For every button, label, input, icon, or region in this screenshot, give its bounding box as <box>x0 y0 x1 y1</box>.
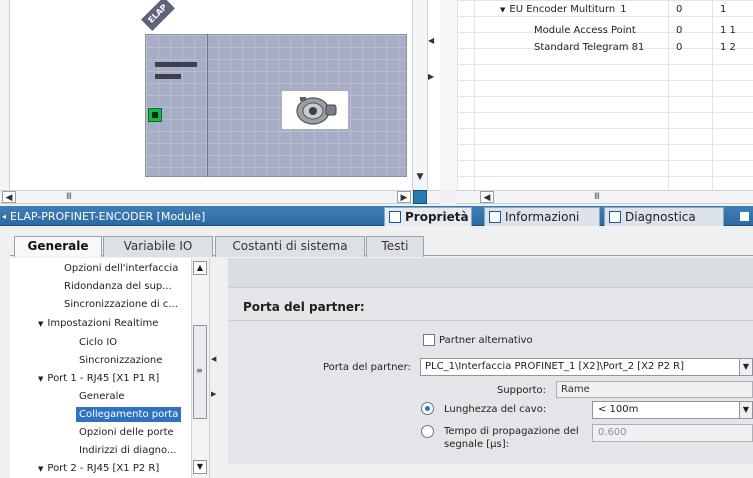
tree-item[interactable]: Sincronizzazione <box>79 355 162 366</box>
table-cell-rack: 0 <box>676 42 683 53</box>
tree-item[interactable]: ▼ Port 2 - RJ45 [X1 P2 R] <box>38 463 159 474</box>
medium-field: Rame <box>556 381 753 398</box>
table-hscrollbar[interactable]: ◀ III <box>456 190 753 204</box>
overview-navigation-icon[interactable] <box>413 190 427 204</box>
tree-item[interactable]: Ciclo IO <box>79 337 117 348</box>
encoder-device-image <box>282 91 348 129</box>
partner-alternative-checkbox[interactable] <box>423 334 435 346</box>
table-cell-slot: 1 1 <box>720 25 736 36</box>
scroll-left-icon[interactable]: ◀ <box>2 191 16 203</box>
collapse-left-icon[interactable]: ◀ <box>211 355 216 363</box>
scroll-down-icon[interactable]: ▼ <box>414 171 426 183</box>
table-cell-name[interactable]: Module Access Point <box>534 25 636 36</box>
port-connector-icon[interactable] <box>148 108 162 122</box>
tree-item-selected[interactable]: Collegamento porta <box>76 407 182 422</box>
scroll-right-icon[interactable]: ▶ <box>397 191 411 203</box>
content-header-strip <box>228 258 753 288</box>
tab-label: Informazioni <box>505 210 580 224</box>
scroll-thumb-grip[interactable]: III <box>66 192 72 202</box>
partner-port-select[interactable]: PLC_1\Interfaccia PROFINET_1 [X2]\Port_2… <box>420 358 753 376</box>
table-cell-rack: 0 <box>676 4 683 12</box>
section-divider <box>228 320 753 321</box>
scroll-down-icon[interactable]: ▼ <box>193 460 207 474</box>
table-cell-slot: 1 <box>720 4 727 12</box>
signal-delay-label: Tempo di propagazione del <box>444 426 579 437</box>
collapse-left-icon[interactable]: ◀ <box>428 36 434 45</box>
table-cell-name: EU Encoder Multiturn_1 <box>509 4 627 12</box>
left-edge-bar <box>0 0 10 192</box>
signal-delay-label-unit: segnale [µs]: <box>444 439 510 450</box>
cable-length-radio[interactable] <box>421 402 434 415</box>
partner-port-label: Porta del partner: <box>323 362 411 373</box>
table-divider <box>668 0 669 190</box>
scroll-up-icon[interactable]: ▲ <box>193 261 207 275</box>
tree-item[interactable]: Sincronizzazione di c... <box>64 299 178 310</box>
scroll-thumb-grip-icon: ≡ <box>196 366 203 375</box>
chevron-down-icon[interactable]: ▼ <box>739 401 753 419</box>
table-divider <box>474 0 475 190</box>
signal-delay-field: 0.600 <box>592 424 753 442</box>
partner-alternative-label: Partner alternativo <box>439 335 533 346</box>
tree-item-label: Port 1 - RJ45 [X1 P1 R] <box>47 373 160 384</box>
module-divider <box>207 34 208 177</box>
maximize-icon[interactable] <box>740 212 749 221</box>
table-row-header <box>440 0 458 190</box>
collapse-triangle-icon[interactable]: ▼ <box>38 375 43 383</box>
table-cell-name[interactable]: Standard Telegram 81 <box>534 42 644 53</box>
table-cell-rack: 0 <box>676 25 683 36</box>
tab-generale[interactable]: Generale <box>14 236 102 257</box>
signal-delay-radio[interactable] <box>421 425 434 438</box>
tree-item[interactable]: ▼ Impostazioni Realtime <box>38 318 158 329</box>
medium-label: Supporto: <box>497 385 547 396</box>
properties-icon <box>389 211 401 223</box>
content-bottom-strip <box>228 464 753 478</box>
table-cell-slot: 1 2 <box>720 42 736 53</box>
collapse-triangle-icon[interactable]: ▼ <box>38 465 43 473</box>
scroll-left-icon[interactable]: ◀ <box>480 191 494 203</box>
slot-bar <box>155 74 181 79</box>
tree-item[interactable]: Generale <box>79 391 125 402</box>
tab-properties[interactable]: Proprietà <box>384 207 472 226</box>
pin-icon[interactable]: ◂ <box>2 212 6 221</box>
tree-item-label: Impostazioni Realtime <box>47 318 159 329</box>
table-row[interactable]: ▼ EU Encoder Multiturn_1 <box>500 4 627 12</box>
tab-diagnostics[interactable]: Diagnostica <box>604 207 724 226</box>
cable-length-label: Lunghezza del cavo: <box>444 404 547 415</box>
chevron-down-icon[interactable]: ▼ <box>739 358 753 376</box>
nav-splitter[interactable] <box>210 258 218 478</box>
collapse-right-icon[interactable]: ▶ <box>211 390 216 398</box>
cable-length-select[interactable]: < 100m <box>592 401 753 419</box>
tree-item[interactable]: Indirizzi di diagno... <box>79 445 176 456</box>
collapse-right-icon[interactable]: ▶ <box>428 72 434 81</box>
collapse-triangle-icon[interactable]: ▼ <box>38 320 43 328</box>
tree-item-label: Port 2 - RJ45 [X1 P2 R] <box>47 463 160 474</box>
tab-label: Diagnostica <box>625 210 696 224</box>
info-icon <box>489 211 501 223</box>
tab-variabile-io[interactable]: Variabile IO <box>103 236 213 257</box>
tree-item[interactable]: Opzioni dell'interfaccia <box>64 263 178 274</box>
tab-costanti-di-sistema[interactable]: Costanti di sistema <box>215 236 365 257</box>
device-view-hscrollbar[interactable]: ◀ III ▶ <box>0 190 440 204</box>
tab-testi[interactable]: Testi <box>366 236 424 257</box>
scroll-thumb-grip[interactable]: III <box>594 192 600 202</box>
tab-label: Proprietà <box>405 210 469 224</box>
collapse-triangle-icon[interactable]: ▼ <box>500 6 505 12</box>
slot-bar <box>155 62 197 67</box>
diagnostics-icon <box>609 211 621 223</box>
device-module-graphic[interactable] <box>145 34 407 177</box>
tree-item[interactable]: Ridondanza del sup... <box>64 281 172 292</box>
view-splitter[interactable] <box>412 0 428 192</box>
tree-item[interactable]: ▼ Port 1 - RJ45 [X1 P1 R] <box>38 373 159 384</box>
inspector-title: ELAP-PROFINET-ENCODER [Module] <box>10 210 206 223</box>
tree-item[interactable]: Opzioni delle porte <box>79 427 174 438</box>
table-divider <box>712 0 713 190</box>
tab-info[interactable]: Informazioni <box>484 207 600 226</box>
section-title: Porta del partner: <box>243 300 365 314</box>
